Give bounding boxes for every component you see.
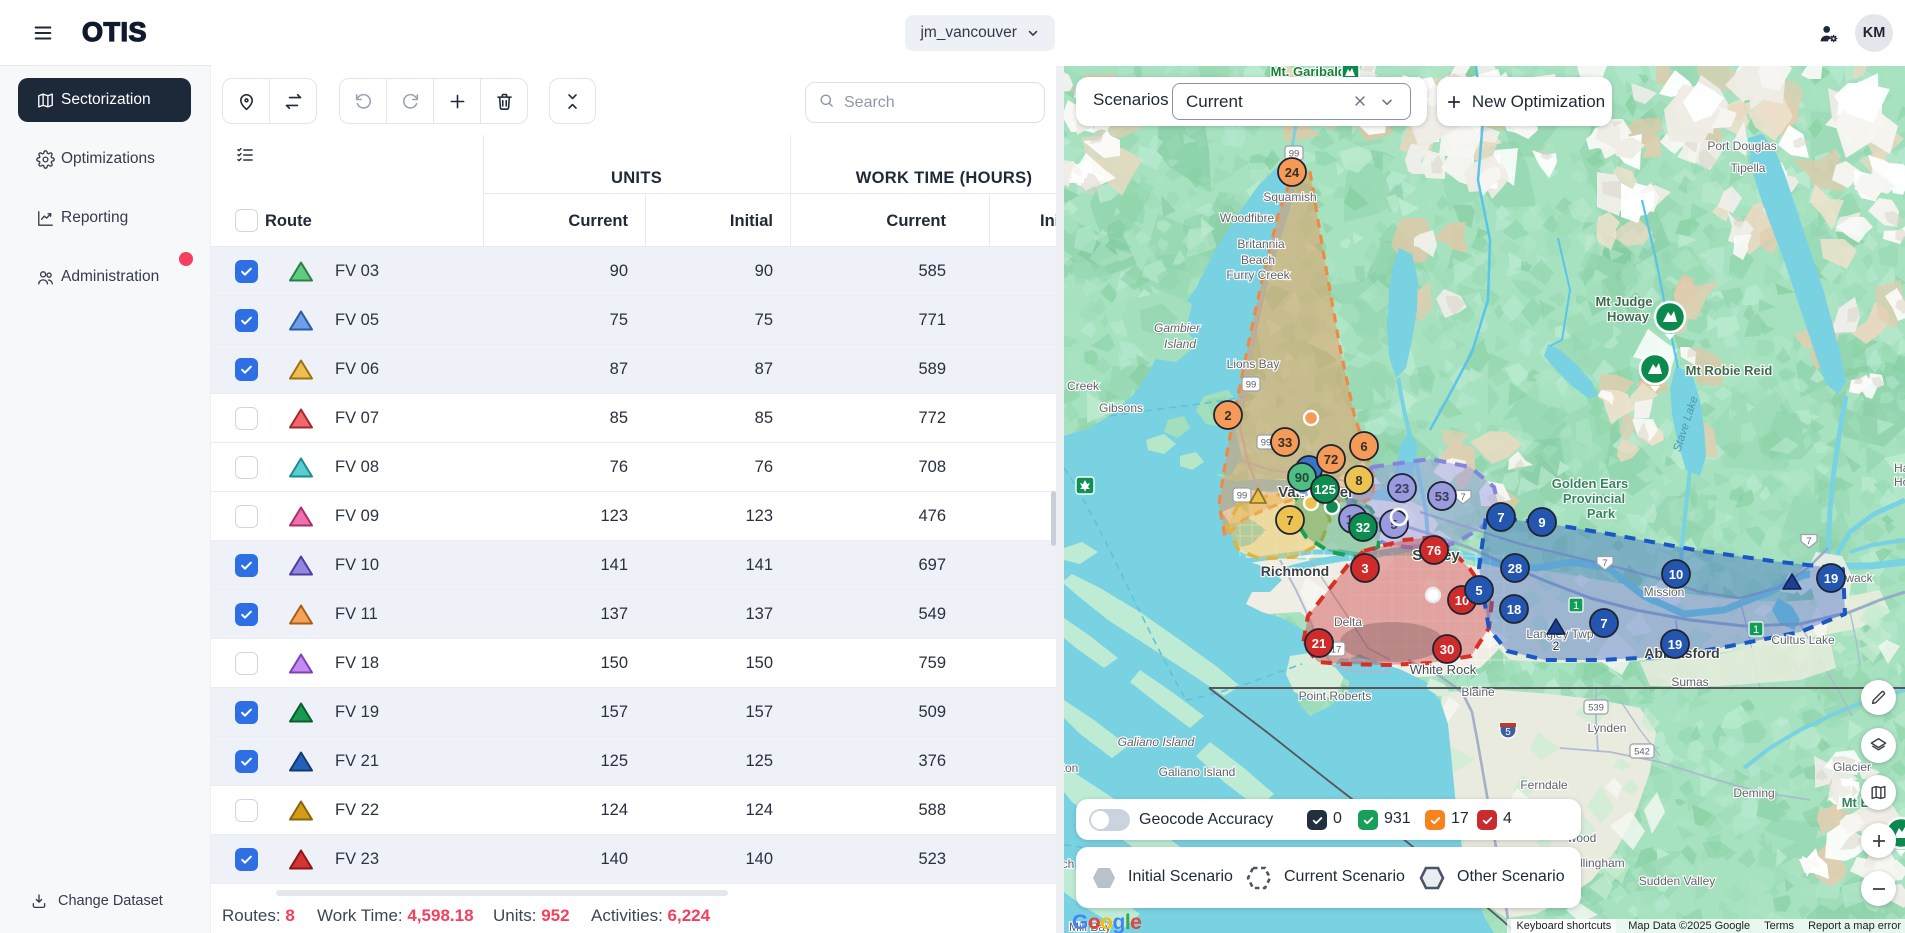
svg-text:Creek: Creek xyxy=(1067,379,1100,393)
svg-text:5: 5 xyxy=(1475,583,1482,598)
svg-text:10: 10 xyxy=(1669,567,1683,582)
svg-text:Furry Creek: Furry Creek xyxy=(1226,268,1290,282)
svg-text:28: 28 xyxy=(1508,561,1522,576)
svg-text:Galiano Island: Galiano Island xyxy=(1118,735,1195,749)
svg-text:19: 19 xyxy=(1668,637,1682,652)
svg-text:Gibsons: Gibsons xyxy=(1099,401,1143,415)
svg-text:Port Douglas: Port Douglas xyxy=(1707,139,1776,153)
svg-text:Cultus Lake: Cultus Lake xyxy=(1771,633,1835,647)
svg-text:Beach: Beach xyxy=(1241,253,1275,267)
svg-text:White Rock: White Rock xyxy=(1410,662,1477,677)
svg-text:7: 7 xyxy=(1600,616,1607,631)
svg-text:Howay: Howay xyxy=(1607,309,1650,324)
svg-text:72: 72 xyxy=(1324,452,1338,467)
svg-text:Blaine: Blaine xyxy=(1461,685,1495,699)
svg-text:Galiano Island: Galiano Island xyxy=(1159,765,1236,779)
svg-text:Sumas: Sumas xyxy=(1671,675,1708,689)
svg-text:Deming: Deming xyxy=(1733,786,1774,800)
svg-text:Woodfibre: Woodfibre xyxy=(1220,211,1275,225)
svg-text:33: 33 xyxy=(1278,435,1292,450)
svg-text:Park: Park xyxy=(1587,506,1616,521)
svg-text:76: 76 xyxy=(1427,543,1441,558)
svg-text:6: 6 xyxy=(1360,439,1367,454)
svg-text:5: 5 xyxy=(1505,727,1511,738)
svg-text:ton: ton xyxy=(1064,761,1078,775)
svg-text:99: 99 xyxy=(1261,438,1272,449)
svg-text:542: 542 xyxy=(1634,747,1650,758)
svg-text:Britannia: Britannia xyxy=(1237,237,1285,251)
svg-text:7: 7 xyxy=(1460,492,1465,503)
svg-text:32: 32 xyxy=(1356,520,1370,535)
svg-text:18: 18 xyxy=(1507,602,1521,617)
svg-text:Hot: Hot xyxy=(1894,475,1905,489)
svg-text:7: 7 xyxy=(1286,513,1293,528)
svg-text:90: 90 xyxy=(1295,470,1309,485)
svg-text:53: 53 xyxy=(1435,489,1449,504)
svg-text:Richmond: Richmond xyxy=(1261,563,1329,579)
svg-text:Gambier: Gambier xyxy=(1154,321,1201,335)
svg-text:539: 539 xyxy=(1588,703,1604,714)
svg-text:7: 7 xyxy=(1602,558,1607,569)
svg-text:1: 1 xyxy=(1573,600,1579,612)
svg-text:Delta: Delta xyxy=(1334,615,1362,629)
svg-text:21: 21 xyxy=(1312,636,1326,651)
svg-text:Ferndale: Ferndale xyxy=(1520,778,1568,792)
svg-text:7: 7 xyxy=(1497,510,1504,525)
svg-text:Point Roberts: Point Roberts xyxy=(1299,689,1372,703)
svg-text:99: 99 xyxy=(1237,491,1248,502)
svg-text:9: 9 xyxy=(1538,515,1545,530)
svg-text:125: 125 xyxy=(1314,482,1336,497)
svg-text:Provincial: Provincial xyxy=(1563,491,1625,506)
svg-text:2: 2 xyxy=(1553,639,1560,653)
svg-text:30: 30 xyxy=(1440,642,1454,657)
svg-text:Sudden Valley: Sudden Valley xyxy=(1639,874,1716,888)
svg-text:Glacier: Glacier xyxy=(1833,760,1871,774)
svg-text:Golden Ears: Golden Ears xyxy=(1552,476,1629,491)
svg-text:3: 3 xyxy=(1361,561,1368,576)
svg-text:7: 7 xyxy=(1806,536,1811,547)
svg-text:Island: Island xyxy=(1164,337,1196,351)
svg-text:24: 24 xyxy=(1285,165,1300,180)
svg-text:Lions Bay: Lions Bay xyxy=(1227,357,1280,371)
svg-text:23: 23 xyxy=(1395,481,1409,496)
svg-text:Ha: Ha xyxy=(1894,461,1905,475)
svg-text:Mt Robie Reid: Mt Robie Reid xyxy=(1686,363,1773,378)
svg-text:19: 19 xyxy=(1824,571,1838,586)
svg-text:Squamish: Squamish xyxy=(1263,190,1316,204)
svg-text:1: 1 xyxy=(1753,624,1759,636)
svg-text:Tipella: Tipella xyxy=(1731,161,1766,175)
svg-text:2: 2 xyxy=(1224,408,1231,423)
svg-text:99: 99 xyxy=(1246,380,1257,391)
svg-text:ch: ch xyxy=(1064,857,1074,871)
svg-text:Mt Judge: Mt Judge xyxy=(1595,294,1652,309)
svg-text:Lynden: Lynden xyxy=(1588,721,1627,735)
svg-text:8: 8 xyxy=(1355,473,1362,488)
